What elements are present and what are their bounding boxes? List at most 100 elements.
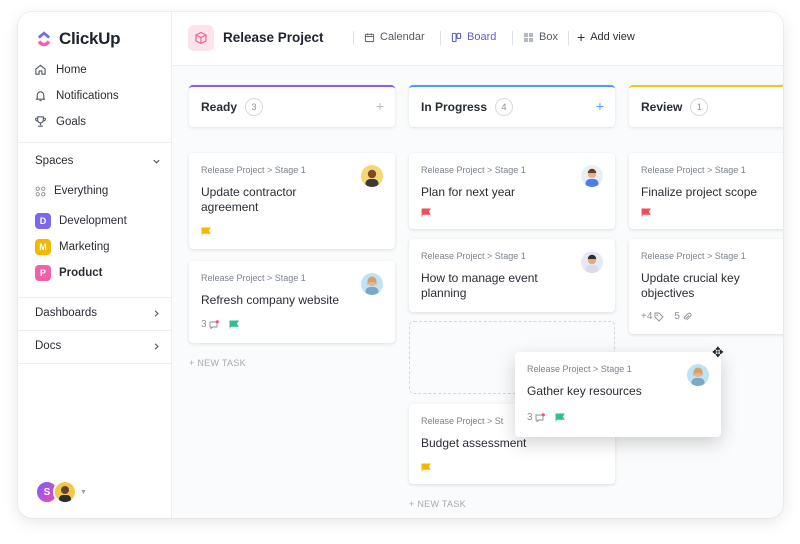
space-label: Development (59, 215, 127, 227)
flag-icon[interactable] (201, 227, 212, 236)
comment-count-value: 3 (527, 412, 533, 423)
sidebar-divider (18, 330, 172, 331)
comment-icon (535, 412, 545, 422)
space-everything[interactable]: Everything (35, 185, 108, 197)
attachment-count[interactable]: 5 (674, 311, 692, 322)
nav-docs[interactable]: Docs (35, 340, 161, 352)
spaces-header[interactable]: Spaces (35, 155, 161, 167)
space-everything-label: Everything (54, 185, 109, 197)
flag-icon[interactable] (229, 320, 240, 329)
calendar-icon (364, 32, 375, 42)
nav-home[interactable]: Home (34, 63, 87, 76)
tag-count[interactable]: +4 (641, 311, 665, 322)
space-marketing[interactable]: M Marketing (35, 239, 110, 255)
task-title: Finalize project scope (641, 185, 758, 199)
flag-icon[interactable] (555, 413, 566, 422)
tag-icon (654, 312, 665, 322)
comment-count-value: 3 (201, 319, 207, 330)
board: Ready 3 + In Progress 4 + Review 1 Relea… (172, 66, 783, 518)
task-card[interactable]: Release Project > Stage 1 Finalize proje… (629, 153, 783, 229)
assignee-avatar[interactable] (361, 165, 383, 187)
view-box-label: Box (539, 31, 558, 43)
comment-icon (209, 319, 219, 329)
sidebar-divider (18, 297, 172, 298)
spaces-title: Spaces (35, 155, 74, 167)
chevron-down-icon[interactable] (152, 157, 161, 166)
chevron-right-icon (154, 309, 159, 317)
header-separator (568, 31, 569, 45)
plus-icon: + (577, 28, 586, 45)
flag-icon[interactable] (421, 463, 432, 472)
task-card[interactable]: Release Project > Stage 1 Plan for next … (409, 153, 615, 229)
task-card[interactable]: Release Project > Stage 1 Update crucial… (629, 239, 783, 334)
task-title: Gather key resources (527, 384, 642, 398)
assignee-avatar[interactable] (581, 165, 603, 187)
task-path: Release Project > Stage 1 (641, 251, 746, 261)
docs-label: Docs (35, 340, 62, 352)
view-board[interactable]: Board (451, 31, 496, 43)
board-icon (451, 32, 462, 42)
teammate-avatar (53, 480, 77, 504)
space-product[interactable]: P Product (35, 265, 102, 281)
space-label: Product (59, 267, 103, 279)
header-separator (512, 31, 513, 45)
clickup-logo[interactable]: ClickUp (35, 29, 121, 49)
sidebar-divider (18, 142, 172, 143)
home-icon (35, 64, 46, 75)
task-card[interactable]: Release Project > Stage 1 Refresh compan… (189, 261, 395, 343)
nav-goals-label: Goals (56, 115, 87, 128)
cube-icon (195, 31, 207, 45)
project-title: Release Project (223, 30, 324, 45)
task-meta (421, 208, 432, 217)
add-task-plus-icon[interactable]: + (596, 98, 604, 114)
view-calendar-label: Calendar (380, 31, 425, 43)
space-badge: P (35, 265, 51, 281)
task-path: Release Project > Stage 1 (527, 364, 632, 374)
task-card[interactable]: Release Project > Stage 1 How to manage … (409, 239, 615, 312)
space-badge: M (35, 239, 51, 255)
app-name: ClickUp (59, 29, 121, 48)
task-title: Update crucial key objectives (641, 271, 740, 300)
add-task-plus-icon[interactable]: + (376, 98, 384, 114)
space-development[interactable]: D Development (35, 213, 127, 229)
flag-icon[interactable] (421, 208, 432, 217)
task-card[interactable]: Release Project > Stage 1 Update contrac… (189, 153, 395, 249)
view-calendar[interactable]: Calendar (364, 31, 425, 43)
column-count: 1 (690, 98, 709, 116)
clickup-logo-icon (37, 31, 51, 47)
column-count: 4 (495, 98, 514, 116)
add-view-button[interactable]: + Add view (577, 28, 635, 45)
assignee-avatar[interactable] (687, 364, 709, 386)
nav-goals[interactable]: Goals (34, 115, 86, 128)
assignee-avatar[interactable] (361, 273, 383, 295)
trophy-icon (35, 116, 46, 127)
task-meta (421, 463, 432, 472)
task-meta (201, 227, 212, 236)
comment-count[interactable]: 3 (201, 319, 219, 330)
task-title: How to manage event planning (421, 271, 538, 300)
view-box[interactable]: Box (523, 31, 558, 43)
comment-count[interactable]: 3 (527, 412, 545, 423)
view-board-label: Board (467, 31, 497, 43)
flag-icon[interactable] (641, 208, 652, 217)
box-grid-icon (523, 32, 534, 42)
column-count: 3 (245, 98, 264, 116)
column-title: Ready (201, 100, 238, 114)
user-menu[interactable]: S ▼ (35, 480, 87, 504)
nav-home-label: Home (56, 63, 87, 76)
grid-dots-icon (35, 186, 46, 196)
task-meta: 3 (527, 412, 566, 423)
nav-notifications[interactable]: Notifications (34, 89, 119, 102)
caret-down-icon: ▼ (80, 488, 87, 496)
assignee-avatar[interactable] (581, 251, 603, 273)
move-cursor-icon: ✥ (712, 344, 724, 360)
dragged-task-card[interactable]: Release Project > Stage 1 Gather key res… (515, 352, 721, 437)
top-header: Release Project Calendar Board Box + Add… (172, 12, 783, 66)
new-task-button[interactable]: + NEW TASK (189, 358, 246, 368)
column-title: Review (641, 100, 683, 114)
column-header-review: Review 1 (629, 85, 783, 127)
bell-icon (35, 91, 46, 102)
space-badge: D (35, 213, 51, 229)
new-task-button[interactable]: + NEW TASK (409, 499, 466, 509)
nav-dashboards[interactable]: Dashboards (35, 307, 161, 319)
